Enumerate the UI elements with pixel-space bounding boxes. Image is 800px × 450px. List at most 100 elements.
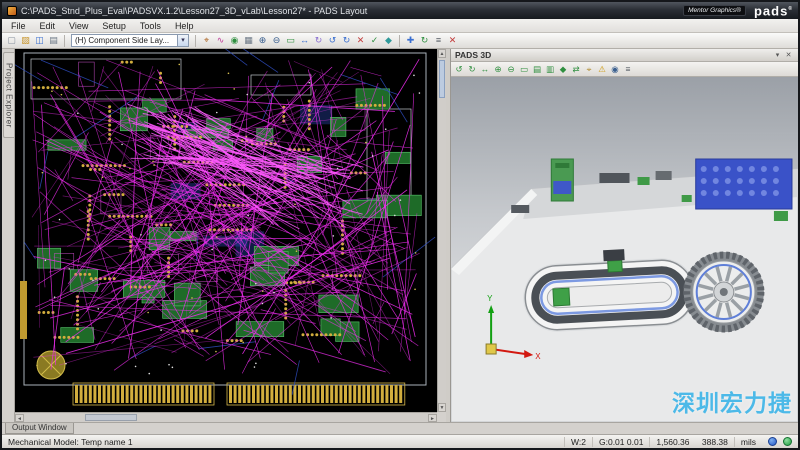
pads-3d-title-bar[interactable]: PADS 3D ▾ ✕ xyxy=(451,49,798,62)
status-coordinates: 1,560.36 388.38 xyxy=(649,437,733,447)
toolbar-separator xyxy=(195,35,196,47)
settings-icon[interactable]: ≡ xyxy=(622,63,634,75)
output-window-tab[interactable]: Output Window xyxy=(5,423,74,434)
pcb-vertical-scrollbar[interactable]: ▲ ▼ xyxy=(437,49,446,412)
save-icon[interactable]: ◫ xyxy=(33,34,46,47)
menu-setup[interactable]: Setup xyxy=(95,19,133,33)
status-bar: Mechanical Model: Temp name 1 W:2 G:0.01… xyxy=(2,434,798,448)
menu-view[interactable]: View xyxy=(62,19,95,33)
zoom-out-icon[interactable]: ⊖ xyxy=(270,34,283,47)
scroll-down-icon[interactable]: ▼ xyxy=(438,403,446,412)
measure-icon[interactable]: ⌖ xyxy=(583,63,595,75)
zoom-in-icon[interactable]: ⊕ xyxy=(256,34,269,47)
scroll-right-icon[interactable]: ► xyxy=(428,414,437,422)
track-carriage-green xyxy=(608,260,623,272)
pcb-3d-render[interactable]: Y X xyxy=(451,77,798,422)
board-fit-icon[interactable]: ▭ xyxy=(284,34,297,47)
watermark-text: 深圳宏力捷 xyxy=(672,384,792,418)
menu-edit[interactable]: Edit xyxy=(33,19,63,33)
view-toolbar-group: ✚↻≡✕ xyxy=(404,34,459,47)
verify-design-icon[interactable]: ✓ xyxy=(368,34,381,47)
snapshot-icon[interactable]: ◉ xyxy=(609,63,621,75)
toolbar-separator xyxy=(399,35,400,47)
rotate-right-icon[interactable]: ↻ xyxy=(466,63,478,75)
pads-layout-window: C:\PADS_Stnd_Plus_Eval\PADSVX.1.2\Lesson… xyxy=(0,0,800,450)
app-icon xyxy=(7,6,17,16)
pcb-canvas[interactable] xyxy=(15,49,437,412)
open-icon[interactable]: ▨ xyxy=(19,34,32,47)
redo-icon[interactable]: ↻ xyxy=(340,34,353,47)
new-document-icon[interactable]: ▢ xyxy=(5,34,18,47)
layer-dropdown[interactable]: (H) Component Side Lay... ▾ xyxy=(71,34,189,47)
3d-view-icon[interactable]: ◆ xyxy=(382,34,395,47)
delete-icon[interactable]: ✕ xyxy=(354,34,367,47)
3d-blue-band xyxy=(553,181,571,194)
iso-view-icon[interactable]: ◆ xyxy=(557,63,569,75)
route-icon[interactable]: ∿ xyxy=(214,34,227,47)
add-via-icon[interactable]: ◉ xyxy=(228,34,241,47)
refresh-icon[interactable]: ↻ xyxy=(418,34,431,47)
pads-3d-panel: PADS 3D ▾ ✕ ↺↻↔⊕⊖▭▤▥◆⇄⌖⚠◉≡ xyxy=(450,49,798,422)
output-window-row: Output Window xyxy=(2,422,798,434)
zoom-out-icon[interactable]: ⊖ xyxy=(505,63,517,75)
pan-icon[interactable]: ✚ xyxy=(404,34,417,47)
status-units[interactable]: mils xyxy=(734,437,762,447)
zoom-in-icon[interactable]: ⊕ xyxy=(492,63,504,75)
edit-toolbar-group: ⌖∿◉▦⊕⊖▭↔↻↺↻✕✓◆ xyxy=(200,34,395,47)
chevron-down-icon[interactable]: ▾ xyxy=(177,35,188,46)
axis-origin-cube xyxy=(486,344,496,354)
properties-icon[interactable]: ≡ xyxy=(432,34,445,47)
scroll-up-icon[interactable]: ▲ xyxy=(438,49,446,58)
pads-3d-toolbar: ↺↻↔⊕⊖▭▤▥◆⇄⌖⚠◉≡ xyxy=(451,62,798,77)
fit-view-icon[interactable]: ▭ xyxy=(518,63,530,75)
rotate-left-icon[interactable]: ↺ xyxy=(453,63,465,75)
top-view-icon[interactable]: ▤ xyxy=(531,63,543,75)
project-explorer-strip: Project Explorer xyxy=(2,49,15,422)
3d-dark-component xyxy=(599,173,629,183)
move-icon[interactable]: ↔ xyxy=(298,34,311,47)
select-filter-icon[interactable]: ⌖ xyxy=(200,34,213,47)
pcb-horizontal-scrollbar[interactable]: ◄ ► xyxy=(15,412,437,422)
menu-file[interactable]: File xyxy=(4,19,33,33)
toolbar-separator xyxy=(64,35,65,47)
menu-help[interactable]: Help xyxy=(168,19,201,33)
pads-logo: pads® xyxy=(754,1,793,19)
rotate-icon[interactable]: ↻ xyxy=(312,34,325,47)
grid-icon[interactable]: ▦ xyxy=(242,34,255,47)
track-carriage-cap xyxy=(603,249,625,261)
main-toolbar: ▢▨◫▤ (H) Component Side Lay... ▾ ⌖∿◉▦⊕⊖▭… xyxy=(2,33,798,49)
warning-icon[interactable]: ⚠ xyxy=(596,63,608,75)
status-coordinate-x: 1,560.36 xyxy=(656,437,689,447)
close-view-icon[interactable]: ✕ xyxy=(446,34,459,47)
scrollbar-corner xyxy=(437,412,446,422)
vertical-scroll-thumb[interactable] xyxy=(439,60,445,98)
3d-green-chip xyxy=(638,177,650,185)
undo-icon[interactable]: ↺ xyxy=(326,34,339,47)
horizontal-scroll-thumb[interactable] xyxy=(85,414,137,421)
close-icon[interactable]: ✕ xyxy=(783,51,794,59)
project-explorer-tab[interactable]: Project Explorer xyxy=(3,52,14,138)
scroll-left-icon[interactable]: ◄ xyxy=(15,414,24,422)
axis-y-label: Y xyxy=(487,294,493,303)
pads-logo-reg: ® xyxy=(788,6,793,12)
status-indicator-blue xyxy=(768,437,777,446)
fan-component xyxy=(684,252,764,332)
3d-green-chip xyxy=(682,195,692,202)
layer-dropdown-value: (H) Component Side Lay... xyxy=(72,36,177,45)
pcb-layout-area: ▲ ▼ ◄ ► xyxy=(15,49,446,422)
menu-tools[interactable]: Tools xyxy=(133,19,168,33)
bottom-view-icon[interactable]: ▥ xyxy=(544,63,556,75)
track-green-block xyxy=(553,288,570,306)
mentor-graphics-logo: Mentor Graphics® xyxy=(683,5,746,16)
3d-grey-chip xyxy=(656,171,672,180)
pan-icon[interactable]: ↔ xyxy=(479,63,491,75)
board-flip-icon[interactable]: ⇄ xyxy=(570,63,582,75)
pads-3d-title: PADS 3D xyxy=(455,50,491,60)
window-title: C:\PADS_Stnd_Plus_Eval\PADSVX.1.2\Lesson… xyxy=(21,6,679,16)
status-line-width: W:2 xyxy=(564,437,592,447)
file-toolbar-group: ▢▨◫▤ xyxy=(5,34,60,47)
chevron-down-icon[interactable]: ▾ xyxy=(772,51,783,59)
print-icon[interactable]: ▤ xyxy=(47,34,60,47)
pads-3d-view[interactable]: Y X 深圳宏力捷 xyxy=(451,77,798,422)
axis-x-label: X xyxy=(535,352,541,361)
